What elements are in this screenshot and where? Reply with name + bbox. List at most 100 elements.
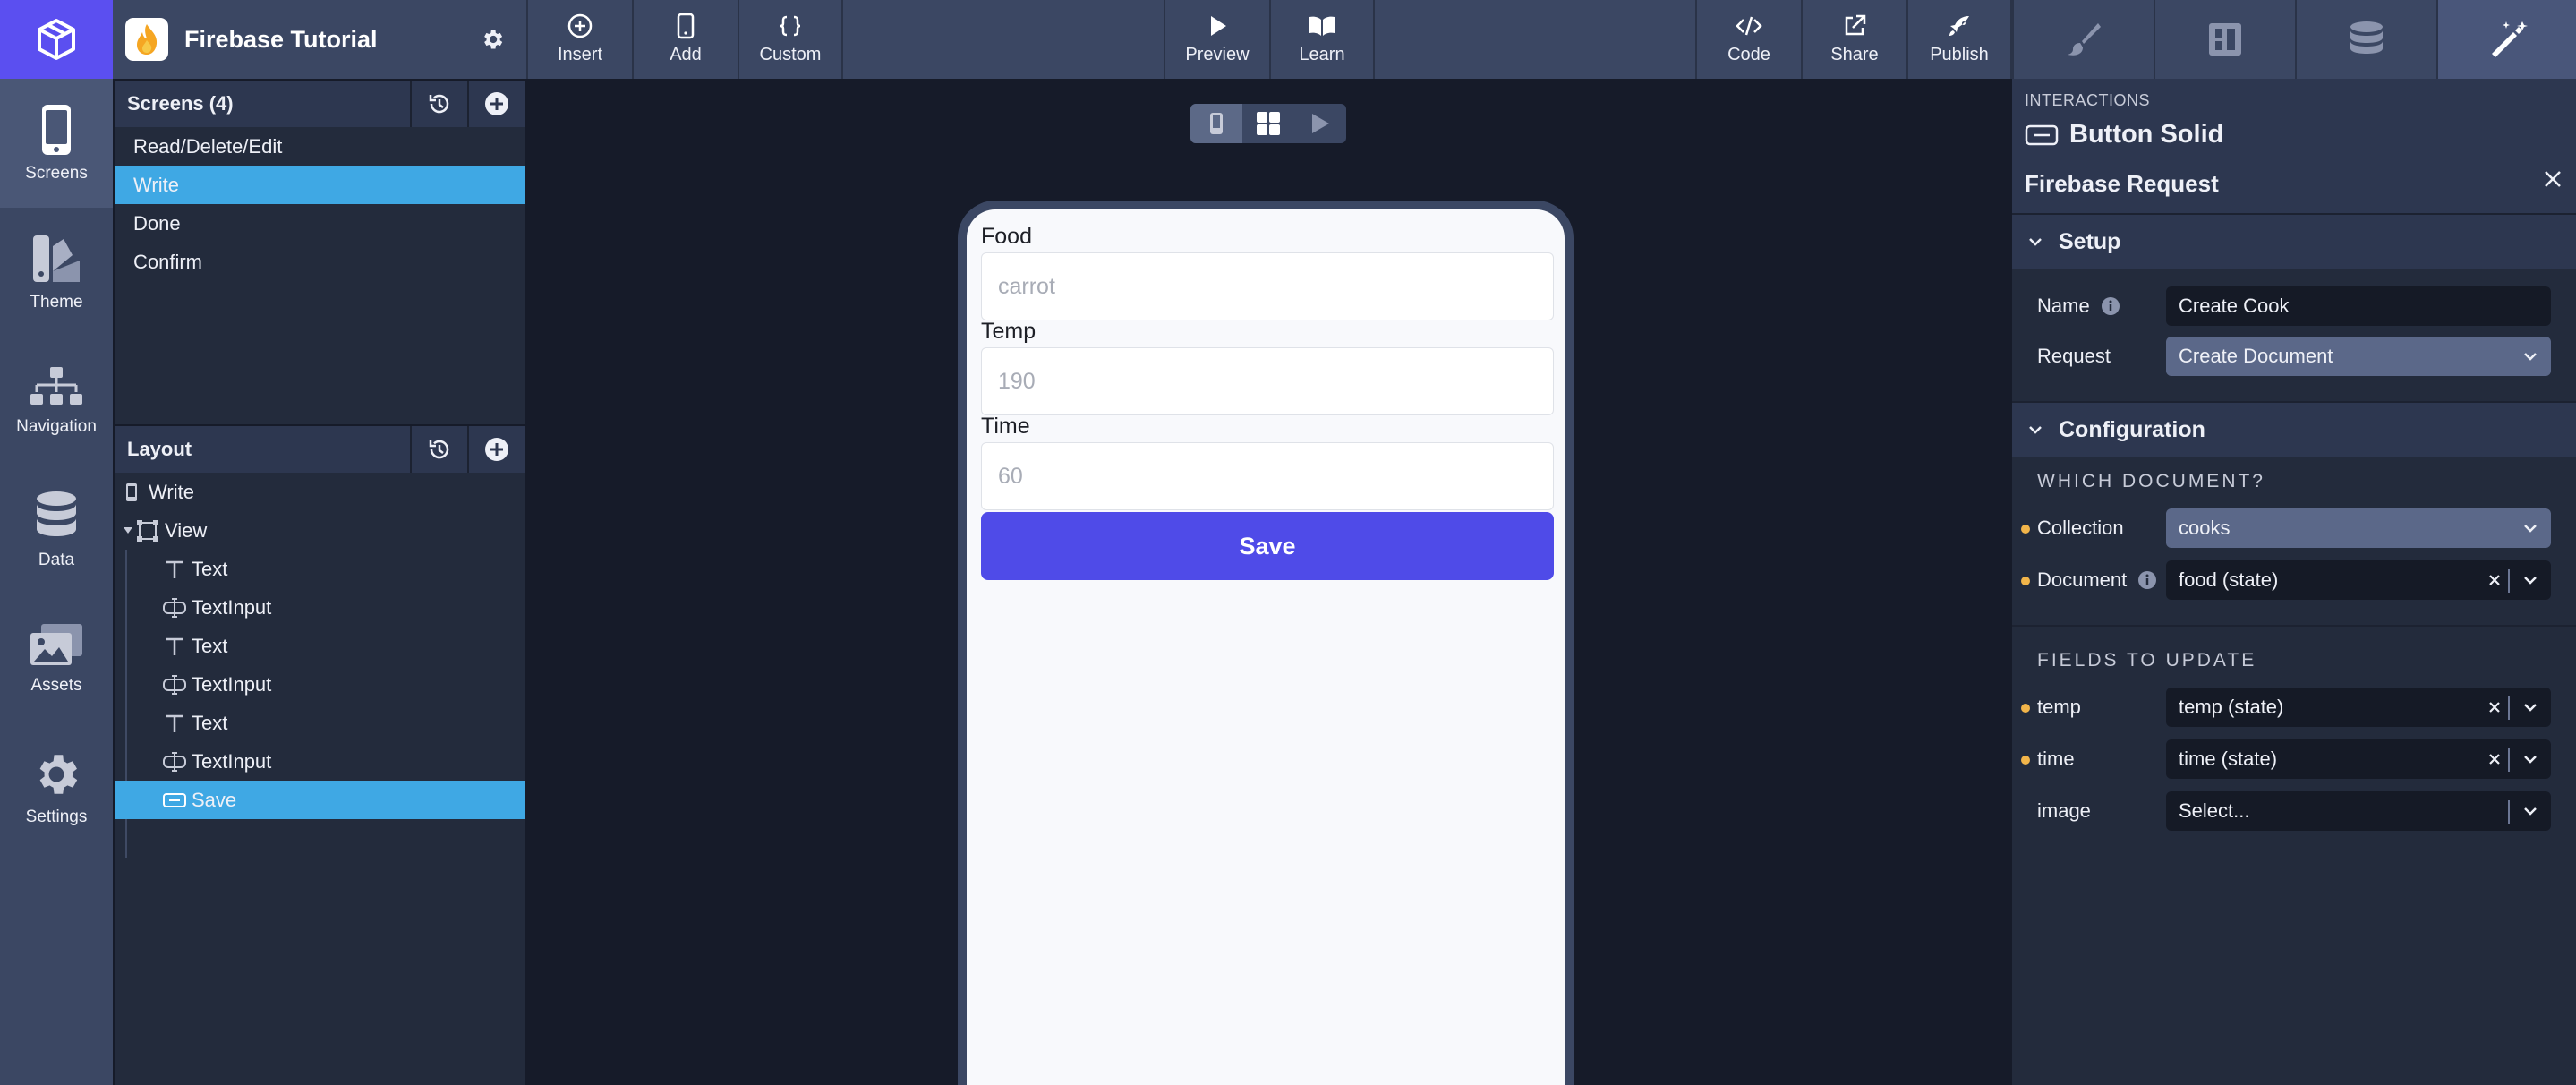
firebase-flame-icon bbox=[125, 18, 168, 61]
rocket-icon bbox=[1949, 16, 1969, 36]
temp-input[interactable]: 190 bbox=[981, 347, 1554, 415]
screen-item-confirm[interactable]: Confirm bbox=[115, 243, 525, 281]
tab-data[interactable] bbox=[2295, 0, 2436, 79]
rail-item-data[interactable]: Data bbox=[0, 466, 113, 594]
screen-item-read-delete-edit[interactable]: Read/Delete/Edit bbox=[115, 127, 525, 166]
info-icon bbox=[2138, 571, 2157, 589]
configuration-section: WHICH DOCUMENT? Collection cooks Documen… bbox=[2012, 457, 2576, 904]
image-field-select[interactable]: Select... bbox=[2166, 791, 2551, 831]
configuration-section-header[interactable]: Configuration bbox=[2012, 401, 2576, 457]
rail-item-screens[interactable]: Screens bbox=[0, 79, 113, 208]
rail-item-navigation[interactable]: Navigation bbox=[0, 337, 113, 466]
publish-button[interactable]: Publish bbox=[1906, 0, 2012, 79]
clear-x-icon[interactable] bbox=[2483, 568, 2506, 592]
time-field-value: time (state) bbox=[2179, 748, 2278, 770]
custom-code-button[interactable]: Custom bbox=[738, 0, 843, 79]
collection-label: Collection bbox=[2037, 517, 2124, 539]
add-screen-button[interactable]: Add bbox=[632, 0, 738, 79]
clear-x-icon[interactable] bbox=[2483, 748, 2506, 771]
text-icon bbox=[163, 635, 186, 658]
button-icon bbox=[163, 789, 186, 812]
gear-icon bbox=[39, 755, 78, 794]
setup-section-header[interactable]: Setup bbox=[2012, 213, 2576, 269]
preview-button[interactable]: Preview bbox=[1164, 0, 1269, 79]
time-field-select[interactable]: time (state) bbox=[2166, 739, 2551, 779]
chevron-down-icon bbox=[2524, 525, 2537, 533]
project-settings-gear-icon[interactable] bbox=[480, 27, 505, 56]
rail-item-settings[interactable]: Settings bbox=[0, 723, 113, 852]
history-icon bbox=[429, 94, 449, 114]
tree-item-text[interactable]: Text bbox=[115, 704, 525, 742]
close-icon[interactable] bbox=[2542, 168, 2563, 194]
code-button[interactable]: Code bbox=[1695, 0, 1801, 79]
chevron-down-icon bbox=[2524, 353, 2537, 361]
tree-item-write[interactable]: Write bbox=[115, 473, 525, 511]
food-input[interactable]: carrot bbox=[981, 252, 1554, 320]
tree-item-textinput[interactable]: TextInput bbox=[115, 742, 525, 781]
tree-item-save[interactable]: Save bbox=[115, 781, 525, 819]
curly-braces-icon bbox=[780, 15, 801, 37]
tree-item-textinput[interactable]: TextInput bbox=[115, 665, 525, 704]
app-logo[interactable] bbox=[0, 0, 113, 79]
magic-wand-icon bbox=[2492, 21, 2528, 57]
phone-icon bbox=[42, 105, 71, 155]
setup-section-title: Setup bbox=[2059, 228, 2121, 254]
request-select[interactable]: Create Document bbox=[2166, 337, 2551, 376]
publish-toolbar-group: Code Share Publish bbox=[1695, 0, 2012, 79]
interactions-panel: INTERACTIONS Button Solid Firebase Reque… bbox=[2012, 79, 2576, 1085]
chevron-down-icon[interactable] bbox=[2522, 749, 2538, 769]
collection-select-value: cooks bbox=[2179, 517, 2231, 539]
tab-interactions[interactable] bbox=[2436, 0, 2576, 79]
select-separator bbox=[2508, 696, 2510, 720]
clear-x-icon[interactable] bbox=[2483, 696, 2506, 719]
caret-down-icon[interactable] bbox=[120, 526, 136, 534]
layout-history-button[interactable] bbox=[410, 426, 467, 473]
rail-item-theme[interactable]: Theme bbox=[0, 208, 113, 337]
document-select[interactable]: food (state) bbox=[2166, 560, 2551, 600]
tab-layout[interactable] bbox=[2154, 0, 2295, 79]
chevron-down-icon[interactable] bbox=[2522, 570, 2538, 590]
chevron-down-icon[interactable] bbox=[2522, 801, 2538, 821]
temp-field-row: temp temp (state) bbox=[2012, 686, 2576, 729]
layout-panel-title: Layout bbox=[127, 438, 192, 460]
share-button[interactable]: Share bbox=[1801, 0, 1906, 79]
textinput-icon bbox=[163, 596, 186, 619]
button-icon bbox=[2025, 124, 2059, 145]
grid-view-button[interactable] bbox=[1242, 104, 1294, 143]
add-component-plus-button[interactable] bbox=[467, 426, 525, 473]
tree-item-view[interactable]: View bbox=[115, 511, 525, 550]
grid-icon bbox=[1257, 112, 1280, 135]
design-canvas[interactable]: Food carrot Temp 190 Time 60 Save bbox=[526, 79, 2012, 1085]
tree-item-textinput[interactable]: TextInput bbox=[115, 588, 525, 627]
textinput-icon bbox=[163, 673, 186, 696]
food-label: Food bbox=[981, 224, 1032, 249]
layout-panel-header: Layout bbox=[115, 426, 525, 473]
phone-icon bbox=[677, 13, 695, 39]
tab-style[interactable] bbox=[2012, 0, 2154, 79]
plus-circle-icon bbox=[485, 438, 508, 461]
rail-item-assets[interactable]: Assets bbox=[0, 594, 113, 723]
add-screen-plus-button[interactable] bbox=[467, 81, 525, 127]
fields-to-update-caption: FIELDS TO UPDATE bbox=[2037, 650, 2257, 671]
temp-field-select[interactable]: temp (state) bbox=[2166, 688, 2551, 727]
screens-history-button[interactable] bbox=[410, 81, 467, 127]
info-icon bbox=[2101, 297, 2120, 315]
play-view-button[interactable] bbox=[1294, 104, 1346, 143]
collection-select[interactable]: cooks bbox=[2166, 508, 2551, 548]
insert-button[interactable]: Insert bbox=[526, 0, 632, 79]
tree-item-text[interactable]: Text bbox=[115, 550, 525, 588]
chevron-down-icon[interactable] bbox=[2522, 697, 2538, 717]
phone-view-button[interactable] bbox=[1190, 104, 1242, 143]
phone-preview: Food carrot Temp 190 Time 60 Save bbox=[958, 201, 1574, 1085]
plus-circle-icon bbox=[485, 92, 508, 115]
database-icon bbox=[37, 491, 76, 536]
screen-item-write[interactable]: Write bbox=[115, 166, 525, 204]
name-input[interactable]: Create Cook bbox=[2166, 286, 2551, 326]
layout-tree: Write View Text TextInput Text TextInput… bbox=[115, 473, 525, 858]
learn-button[interactable]: Learn bbox=[1269, 0, 1375, 79]
screen-item-done[interactable]: Done bbox=[115, 204, 525, 243]
tree-item-text[interactable]: Text bbox=[115, 627, 525, 665]
time-input[interactable]: 60 bbox=[981, 442, 1554, 510]
screens-panel-title: Screens (4) bbox=[127, 92, 234, 115]
save-button[interactable]: Save bbox=[981, 512, 1554, 580]
